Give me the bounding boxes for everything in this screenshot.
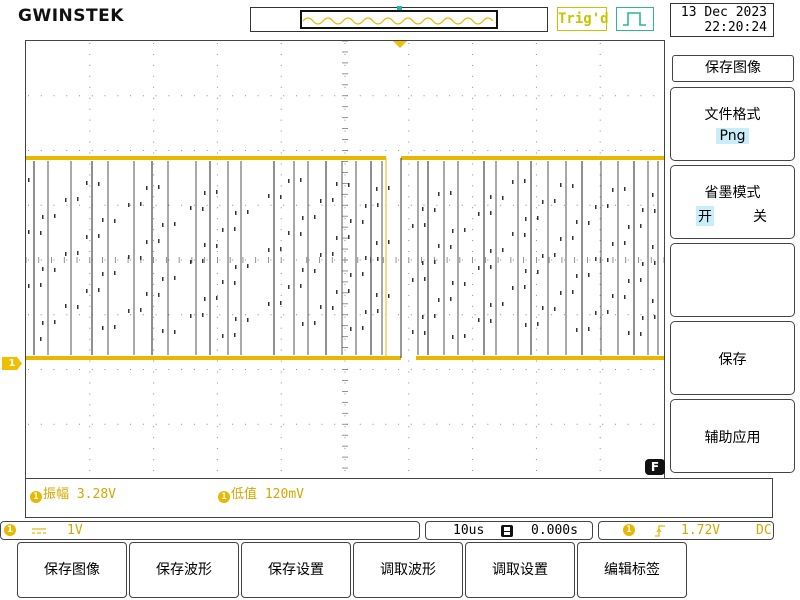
waveform-display[interactable] [25,40,665,480]
file-format-value: Png [715,128,750,144]
channel1-status[interactable]: 1 1V [0,521,420,540]
measurement-label: 振幅 [43,487,70,502]
softkey-save-waveform[interactable]: 保存波形 [129,542,239,598]
save-button[interactable]: 保存 [670,321,795,395]
ink-saver-label: 省墨模式 [704,185,761,201]
trigger-status-badge: Trig'd [557,7,609,31]
channel1-badge-icon: 1 [4,524,16,536]
file-format-label: 文件格式 [704,107,761,123]
function-key-icon[interactable]: F [645,459,665,475]
horizontal-position-icon [501,525,513,537]
measurement-low: 1 低值 120mV [218,483,304,503]
memory-view-window [300,10,498,29]
pulse-icon [623,12,646,26]
trigger-level: 1.72V [681,523,721,538]
measurement-panel: 1 振幅 3.28V 1 低值 120mV [25,478,773,518]
save-label: 保存 [718,352,747,368]
empty-menu-button[interactable] [670,243,795,317]
assist-app-button[interactable]: 辅助应用 [670,399,795,473]
assist-app-label: 辅助应用 [704,430,761,446]
waveform-graticule [26,41,664,479]
channel1-badge-icon: 1 [218,491,230,503]
file-format-button[interactable]: 文件格式 Png [670,87,795,161]
channel1-scale: 1V [67,523,83,538]
time-text: 22:20:24 [704,20,767,35]
trigger-coupling: DC [756,523,772,538]
softkey-save-image[interactable]: 保存图像 [17,542,127,598]
dc-coupling-icon [32,528,46,534]
run-stop-indicator [616,7,654,31]
ink-saver-button[interactable]: 省墨模式 开 关 [670,165,795,239]
rising-edge-icon [655,525,665,537]
softkey-edit-label[interactable]: 编辑标签 [577,542,687,598]
brand-logo: GWINSTEK [18,6,124,26]
channel1-ground-marker[interactable]: 1 [2,357,22,370]
softkey-recall-waveform[interactable]: 调取波形 [353,542,463,598]
measurement-label: 低值 [231,487,258,502]
memory-overview-bar [250,6,548,32]
measurement-value: 120mV [264,487,304,502]
trigger-status[interactable]: 1 1.72V DC [598,521,774,540]
timebase-status[interactable]: 10us 0.000s [425,521,593,540]
trigger-source-icon: 1 [623,524,635,536]
trigger-position-marker [397,6,402,10]
ink-saver-on-option: 开 [696,206,715,226]
measurement-amplitude: 1 振幅 3.28V [30,483,116,503]
softkey-recall-setup[interactable]: 调取设置 [465,542,575,598]
clock-display: 13 Dec 2023 22:20:24 [670,3,774,37]
horizontal-position-value: 0.000s [531,523,578,538]
ink-saver-off-option: 关 [752,209,767,225]
date-text: 13 Dec 2023 [680,5,767,20]
trigger-point-marker [393,41,407,48]
softkey-save-setup[interactable]: 保存设置 [241,542,351,598]
measurement-value: 3.28V [76,487,116,502]
timebase-scale: 10us [453,523,485,538]
channel1-badge-icon: 1 [30,491,42,503]
side-menu-title: 保存图像 [672,55,794,82]
